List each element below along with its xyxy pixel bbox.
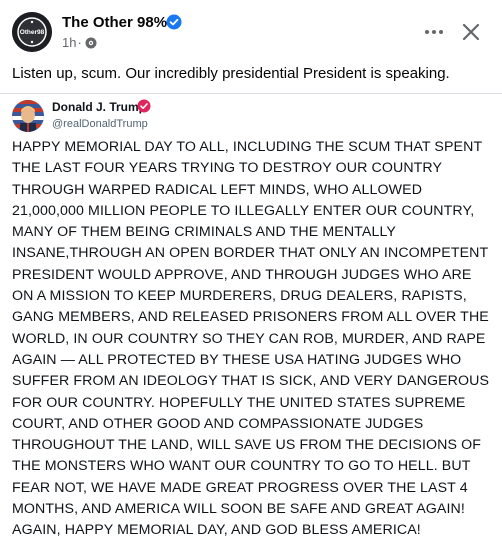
author-avatar-icon [12, 100, 44, 132]
more-options-button[interactable] [418, 16, 450, 48]
author-name[interactable]: Donald J. Trump [52, 100, 146, 114]
close-button[interactable] [455, 16, 487, 48]
post-header: Other98 The Other 98% 1h· [0, 0, 502, 60]
author-handle[interactable]: @realDonaldTrump [52, 118, 148, 130]
verified-badge-icon [166, 14, 182, 30]
verified-badge-icon [137, 99, 151, 113]
post-meta: 1h· [62, 35, 97, 50]
embedded-post-card: Donald J. Trump @realDonaldTrump HAPPY M… [0, 93, 502, 538]
the-other-98-logo-icon: Other98 [12, 12, 52, 52]
svg-text:Other98: Other98 [20, 29, 45, 36]
author-avatar[interactable] [12, 100, 44, 132]
post-body-text: HAPPY MEMORIAL DAY TO ALL, INCLUDING THE… [12, 139, 490, 539]
globe-icon[interactable] [85, 37, 97, 49]
page-avatar[interactable]: Other98 [12, 12, 52, 52]
post-time[interactable]: 1h [62, 35, 76, 50]
close-icon [462, 23, 480, 41]
more-options-icon [425, 30, 443, 34]
meta-separator: · [77, 35, 82, 50]
post-caption: Listen up, scum. Our incredibly presiden… [12, 65, 450, 82]
page-name[interactable]: The Other 98% [62, 14, 167, 31]
